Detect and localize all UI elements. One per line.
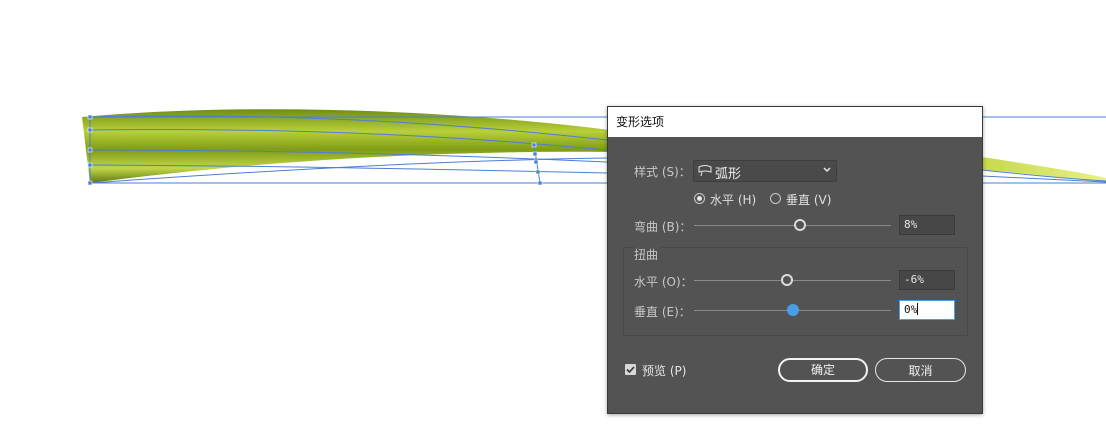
cancel-button[interactable]: 取消 xyxy=(875,358,966,382)
bend-value-input[interactable]: 8% xyxy=(899,215,955,235)
dialog-title: 变形选项 xyxy=(608,107,982,137)
bend-label: 弯曲 (B)： xyxy=(634,220,692,234)
ok-button[interactable]: 确定 xyxy=(778,358,868,382)
preview-label[interactable]: 预览 (P) xyxy=(642,362,686,379)
vertical-radio-label[interactable]: 垂直 (V) xyxy=(786,191,831,208)
arc-icon xyxy=(698,165,712,177)
distort-vertical-label: 垂直 (E)： xyxy=(634,305,691,319)
horizontal-radio-label[interactable]: 水平 (H) xyxy=(710,191,756,208)
distortion-group-label: 扭曲 xyxy=(634,246,662,263)
distort-horizontal-value-input[interactable]: -6% xyxy=(899,270,955,290)
leaf-tip xyxy=(982,157,1106,182)
distortion-group xyxy=(623,247,968,336)
distort-vertical-value: 0% xyxy=(904,303,918,316)
distort-horizontal-slider-thumb[interactable] xyxy=(781,274,793,286)
distort-vertical-slider-thumb[interactable] xyxy=(787,304,799,316)
vertical-radio[interactable] xyxy=(770,193,781,204)
warp-options-dialog: 变形选项 样式 (S)： 弧形 水平 (H) 垂直 (V) 弯曲 (B)： 8%… xyxy=(607,106,983,414)
chevron-down-icon xyxy=(823,167,831,173)
preview-checkbox[interactable] xyxy=(625,364,636,375)
text-caret xyxy=(917,303,919,315)
bend-slider-track[interactable] xyxy=(694,225,891,226)
style-dropdown[interactable]: 弧形 xyxy=(693,160,837,182)
bend-slider-thumb[interactable] xyxy=(794,219,806,231)
leaf-shape[interactable] xyxy=(82,109,610,183)
distort-horizontal-label: 水平 (O)： xyxy=(634,275,693,289)
checkmark-icon xyxy=(626,366,635,374)
distort-vertical-value-input[interactable]: 0% xyxy=(899,300,955,320)
style-value: 弧形 xyxy=(715,167,742,182)
horizontal-radio[interactable] xyxy=(694,193,705,204)
style-label: 样式 (S)： xyxy=(634,165,691,179)
